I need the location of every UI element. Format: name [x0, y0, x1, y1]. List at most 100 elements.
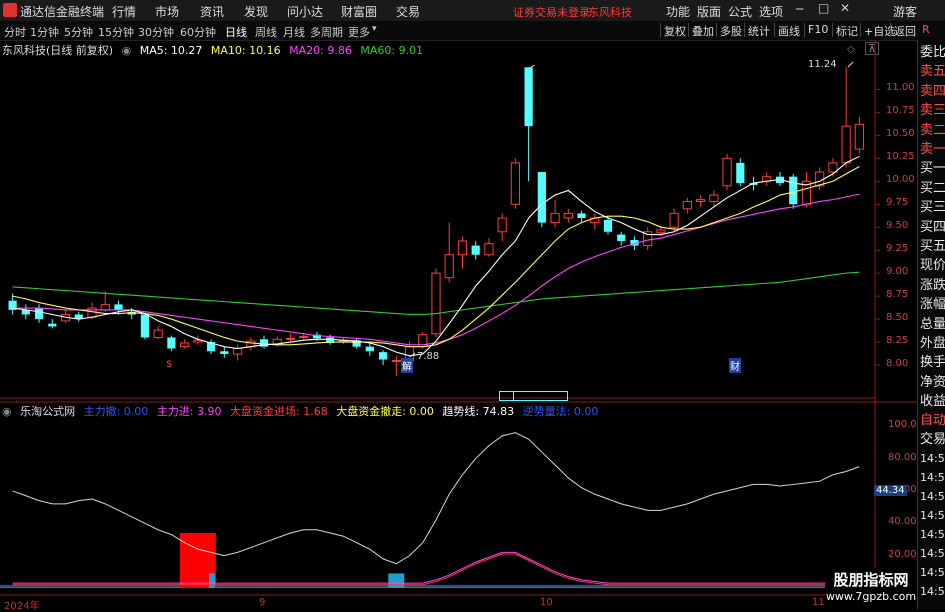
candle-body: [563, 212, 573, 219]
side-label[interactable]: 涨跌: [920, 278, 945, 293]
tool-duogu[interactable]: 多股: [716, 23, 745, 38]
price-tick: 10.50: [886, 128, 915, 140]
r-badge[interactable]: R: [922, 23, 930, 36]
tool-diejia[interactable]: 叠加: [688, 23, 717, 38]
tool-biaoji[interactable]: 标记: [832, 23, 861, 38]
menu-gongshi[interactable]: 公式: [728, 3, 752, 20]
tool-fuquan[interactable]: 复权: [660, 23, 689, 38]
side-label[interactable]: 买三: [920, 201, 945, 215]
menu-caifuquan[interactable]: 财富圈: [341, 3, 377, 20]
period-month[interactable]: 月线: [283, 24, 305, 40]
period-week[interactable]: 周线: [255, 24, 277, 40]
side-label[interactable]: 外盘: [920, 337, 945, 351]
high-pointer: [847, 61, 854, 68]
candle-body: [180, 342, 190, 348]
dividend-marker[interactable]: $: [166, 359, 172, 370]
side-label[interactable]: 卖一: [920, 143, 945, 157]
period-fenshi[interactable]: 分时: [4, 24, 26, 40]
side-label-2[interactable]: 交易: [920, 433, 945, 447]
candle-body: [736, 162, 745, 184]
candle-body: [510, 162, 520, 205]
price-tick: 9.50: [886, 220, 909, 232]
sub-settings-icon[interactable]: ◉: [2, 405, 12, 418]
side-label[interactable]: 买二: [920, 181, 945, 196]
tool-tongji[interactable]: 统计: [744, 23, 773, 38]
candle-body: [232, 347, 243, 355]
menu-zixun[interactable]: 资讯: [200, 3, 224, 20]
candle-body: [153, 329, 163, 338]
tool-f10[interactable]: F10: [804, 23, 831, 37]
side-label-2[interactable]: 14:56: [920, 585, 945, 599]
side-label[interactable]: 买四: [920, 220, 945, 235]
menu-xuanxiang[interactable]: 选项: [759, 3, 783, 20]
side-label-2[interactable]: 14:56: [920, 471, 945, 485]
candle-body: [48, 323, 57, 327]
period-5min[interactable]: 5分钟: [64, 24, 93, 40]
side-label[interactable]: 净资: [920, 375, 945, 390]
close-icon[interactable]: ✕: [840, 1, 850, 15]
cyan-bar: [209, 573, 216, 588]
sub-chart: [0, 432, 875, 588]
side-label-2[interactable]: 14:56: [920, 547, 945, 561]
price-tick: 9.25: [886, 243, 909, 255]
side-label[interactable]: 现价: [920, 259, 945, 273]
candle-body: [603, 219, 613, 232]
app-title: 通达信金融终端: [20, 5, 105, 19]
period-60min[interactable]: 60分钟: [180, 24, 216, 40]
side-label[interactable]: 卖二: [920, 123, 945, 138]
candle-body: [537, 172, 546, 223]
side-label[interactable]: 总量: [920, 317, 945, 332]
candle-body: [550, 212, 560, 224]
side-label-2[interactable]: 14:56: [920, 490, 945, 504]
sub-legend-qsx: 趋势线: 74.83: [442, 405, 515, 418]
date-2024: 2024年: [4, 601, 40, 612]
menu-banmian[interactable]: 版面: [697, 3, 721, 20]
menu-gongneng[interactable]: 功能: [666, 3, 690, 20]
candle-body: [471, 245, 480, 255]
side-label[interactable]: 涨幅: [920, 298, 945, 312]
side-label[interactable]: 卖四: [920, 84, 945, 99]
side-label[interactable]: 委比: [920, 46, 945, 60]
menu-shichang[interactable]: 市场: [155, 3, 179, 20]
trade-warning[interactable]: 证券交易未登录: [513, 4, 590, 20]
period-day[interactable]: 日线: [225, 24, 247, 40]
side-label[interactable]: 卖三: [920, 104, 945, 118]
candle-body: [299, 336, 309, 339]
menu-jiaoyi[interactable]: 交易: [396, 3, 420, 20]
tool-huaxian[interactable]: 画线: [774, 23, 803, 38]
low-pointer: [530, 64, 535, 68]
side-label-2[interactable]: 14:56: [920, 528, 945, 542]
period-more[interactable]: 更多: [348, 24, 370, 40]
sub-tick: 80.00: [888, 451, 917, 463]
unlock-marker[interactable]: 解: [401, 358, 413, 373]
period-1min[interactable]: 1分钟: [30, 24, 59, 40]
price-tick: 9.00: [886, 266, 909, 278]
chart-area[interactable]: [0, 40, 917, 609]
finance-marker[interactable]: 财: [729, 358, 741, 373]
side-label-2[interactable]: 14:56: [920, 509, 945, 523]
candle-body: [497, 217, 507, 233]
side-label-2[interactable]: 14:56: [920, 452, 945, 466]
side-label[interactable]: 收益: [920, 395, 945, 409]
side-label[interactable]: 买一: [920, 162, 945, 176]
candle-body: [34, 308, 44, 320]
side-label[interactable]: 买五: [920, 240, 945, 254]
menu-hangqing[interactable]: 行情: [112, 3, 136, 20]
minimize-icon[interactable]: ─: [796, 2, 803, 16]
guest-button[interactable]: 游客: [893, 3, 917, 20]
maximize-icon[interactable]: □: [818, 1, 829, 15]
trend-line: [12, 432, 860, 565]
side-label[interactable]: 卖五: [920, 65, 945, 79]
period-multi[interactable]: 多周期: [310, 24, 343, 40]
period-15min[interactable]: 15分钟: [98, 24, 134, 40]
menu-faxian[interactable]: 发现: [244, 3, 268, 20]
dropdown-icon[interactable]: ▾: [372, 24, 377, 34]
tool-fanhui[interactable]: 返回: [890, 23, 919, 38]
candle-body: [457, 240, 468, 256]
candle-body: [524, 67, 533, 127]
side-label[interactable]: 换手: [920, 356, 945, 370]
side-label-2[interactable]: 自动: [920, 414, 945, 428]
side-label-2[interactable]: 14:56: [920, 566, 945, 580]
period-30min[interactable]: 30分钟: [138, 24, 174, 40]
menu-wenxiaoda[interactable]: 问小达: [287, 3, 323, 20]
